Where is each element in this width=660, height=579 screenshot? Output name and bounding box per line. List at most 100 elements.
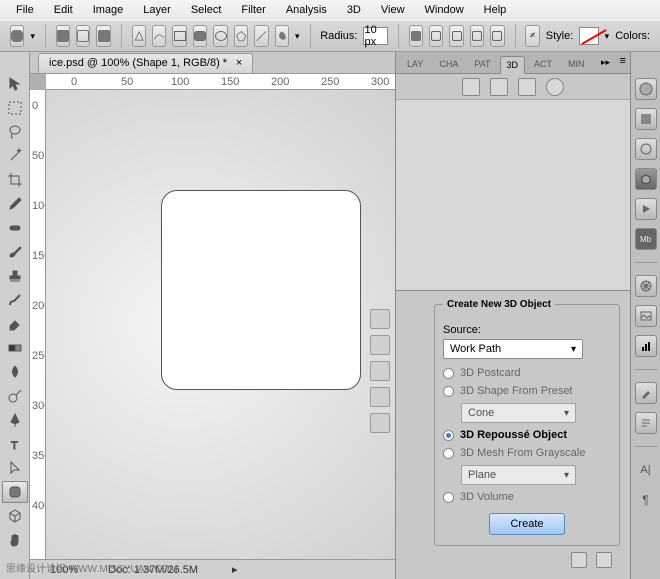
lasso-tool[interactable]	[2, 121, 28, 143]
dock-mb-icon[interactable]: Mb	[635, 228, 657, 250]
eyedropper-tool[interactable]	[2, 193, 28, 215]
crop-tool[interactable]	[2, 169, 28, 191]
menu-file[interactable]: File	[6, 1, 44, 19]
path-op-subtract-icon[interactable]	[449, 25, 463, 47]
dock-character-icon[interactable]: A|	[635, 459, 657, 481]
marquee-tool[interactable]	[2, 97, 28, 119]
dock-play-icon[interactable]	[635, 198, 657, 220]
menu-analysis[interactable]: Analysis	[276, 1, 337, 19]
filter-scene-icon[interactable]	[462, 78, 480, 96]
close-tab-icon[interactable]: ×	[236, 57, 242, 69]
path-op-exclude-icon[interactable]	[490, 25, 504, 47]
dock-swatch-icon[interactable]	[635, 108, 657, 130]
rounded-rect-shape-icon[interactable]	[193, 25, 207, 47]
dodge-tool[interactable]	[2, 385, 28, 407]
dock-cube-icon[interactable]	[635, 168, 657, 190]
heal-tool[interactable]	[2, 217, 28, 239]
dock-pilcrow-icon[interactable]: ¶	[635, 489, 657, 511]
path-select-tool[interactable]	[2, 457, 28, 479]
menu-filter[interactable]: Filter	[231, 1, 275, 19]
style-picker[interactable]	[579, 27, 598, 45]
3d-tool[interactable]	[2, 505, 28, 527]
freeform-pen-icon[interactable]	[152, 25, 166, 47]
tool-preset-picker[interactable]	[10, 25, 24, 47]
gradient-tool[interactable]	[2, 337, 28, 359]
menu-edit[interactable]: Edit	[44, 1, 83, 19]
menu-view[interactable]: View	[371, 1, 415, 19]
tab-actions[interactable]: ACT	[527, 55, 559, 73]
pen-tool[interactable]	[2, 409, 28, 431]
document-tab[interactable]: ice.psd @ 100% (Shape 1, RGB/8) * ×	[38, 53, 253, 73]
brush-tool[interactable]	[2, 241, 28, 263]
panel-menu-icon[interactable]: ≡	[620, 55, 626, 67]
radio-mesh-grayscale[interactable]	[443, 448, 454, 459]
move-tool[interactable]	[2, 73, 28, 95]
eraser-tool[interactable]	[2, 313, 28, 335]
custom-shape-icon[interactable]	[275, 25, 289, 47]
blur-tool[interactable]	[2, 361, 28, 383]
tool3d-4-icon[interactable]	[370, 387, 390, 407]
radio-postcard[interactable]	[443, 368, 454, 379]
menu-help[interactable]: Help	[474, 1, 517, 19]
shape-layers-btn[interactable]	[56, 25, 70, 47]
history-brush-tool[interactable]	[2, 289, 28, 311]
path-op-new-icon[interactable]	[409, 25, 423, 47]
shape-1[interactable]	[161, 190, 361, 390]
source-label: Source:	[443, 324, 611, 336]
radius-input[interactable]: 10 px	[363, 27, 387, 45]
menu-layer[interactable]: Layer	[133, 1, 181, 19]
link-icon[interactable]: 𝄎	[525, 25, 539, 47]
tool3d-3-icon[interactable]	[370, 361, 390, 381]
tab-layers[interactable]: LAY	[400, 55, 430, 73]
panel-expand-icon[interactable]: ▸▸	[601, 57, 610, 68]
menu-window[interactable]: Window	[415, 1, 474, 19]
rectangle-shape-icon[interactable]	[172, 25, 186, 47]
dock-chart-icon[interactable]	[635, 335, 657, 357]
stamp-tool[interactable]	[2, 265, 28, 287]
tool3d-5-icon[interactable]	[370, 413, 390, 433]
canvas[interactable]	[46, 90, 395, 559]
tool3d-1-icon[interactable]	[370, 309, 390, 329]
pen-icon[interactable]	[132, 25, 146, 47]
menu-select[interactable]: Select	[181, 1, 232, 19]
fill-pixels-btn[interactable]	[96, 25, 110, 47]
menu-image[interactable]: Image	[83, 1, 134, 19]
filter-materials-icon[interactable]	[518, 78, 536, 96]
line-shape-icon[interactable]	[254, 25, 268, 47]
tool3d-2-icon[interactable]	[370, 335, 390, 355]
ellipse-shape-icon[interactable]	[213, 25, 227, 47]
polygon-shape-icon[interactable]	[234, 25, 248, 47]
scene-list	[396, 100, 630, 291]
menu-3d[interactable]: 3D	[337, 1, 371, 19]
paths-btn[interactable]	[76, 25, 90, 47]
dock-paragraph-icon[interactable]	[635, 412, 657, 434]
dock-wheel-icon[interactable]	[635, 275, 657, 297]
radio-volume[interactable]	[443, 492, 454, 503]
dock-mask-icon[interactable]	[635, 138, 657, 160]
options-bar: ▾ ▾ Radius: 10 px 𝄎 Style: ▾ Colors:	[0, 20, 660, 52]
style-label: Style:	[546, 30, 574, 42]
tab-3d[interactable]: 3D	[500, 56, 526, 74]
dock-sphere-icon[interactable]	[635, 78, 657, 100]
filter-lights-icon[interactable]	[546, 78, 564, 96]
filter-meshes-icon[interactable]	[490, 78, 508, 96]
radio-shape-preset[interactable]	[443, 386, 454, 397]
source-dropdown[interactable]: Work Path	[443, 339, 583, 359]
trash-icon[interactable]	[596, 552, 612, 568]
hand-tool[interactable]	[2, 529, 28, 551]
dock-image-icon[interactable]	[635, 305, 657, 327]
radius-label: Radius:	[320, 30, 357, 42]
shape-tool[interactable]	[2, 481, 28, 503]
tab-paths[interactable]: PAT	[467, 55, 497, 73]
create-button[interactable]: Create	[489, 513, 564, 535]
tab-channels[interactable]: CHA	[432, 55, 465, 73]
render-settings-icon[interactable]	[571, 552, 587, 568]
dock-tool-icon[interactable]	[635, 382, 657, 404]
canvas-area: ice.psd @ 100% (Shape 1, RGB/8) * × 0501…	[30, 52, 395, 579]
wand-tool[interactable]	[2, 145, 28, 167]
type-tool[interactable]: T	[2, 433, 28, 455]
path-op-add-icon[interactable]	[429, 25, 443, 47]
path-op-intersect-icon[interactable]	[470, 25, 484, 47]
radio-repousse[interactable]	[443, 430, 454, 441]
tab-mini[interactable]: MIN	[561, 55, 592, 73]
